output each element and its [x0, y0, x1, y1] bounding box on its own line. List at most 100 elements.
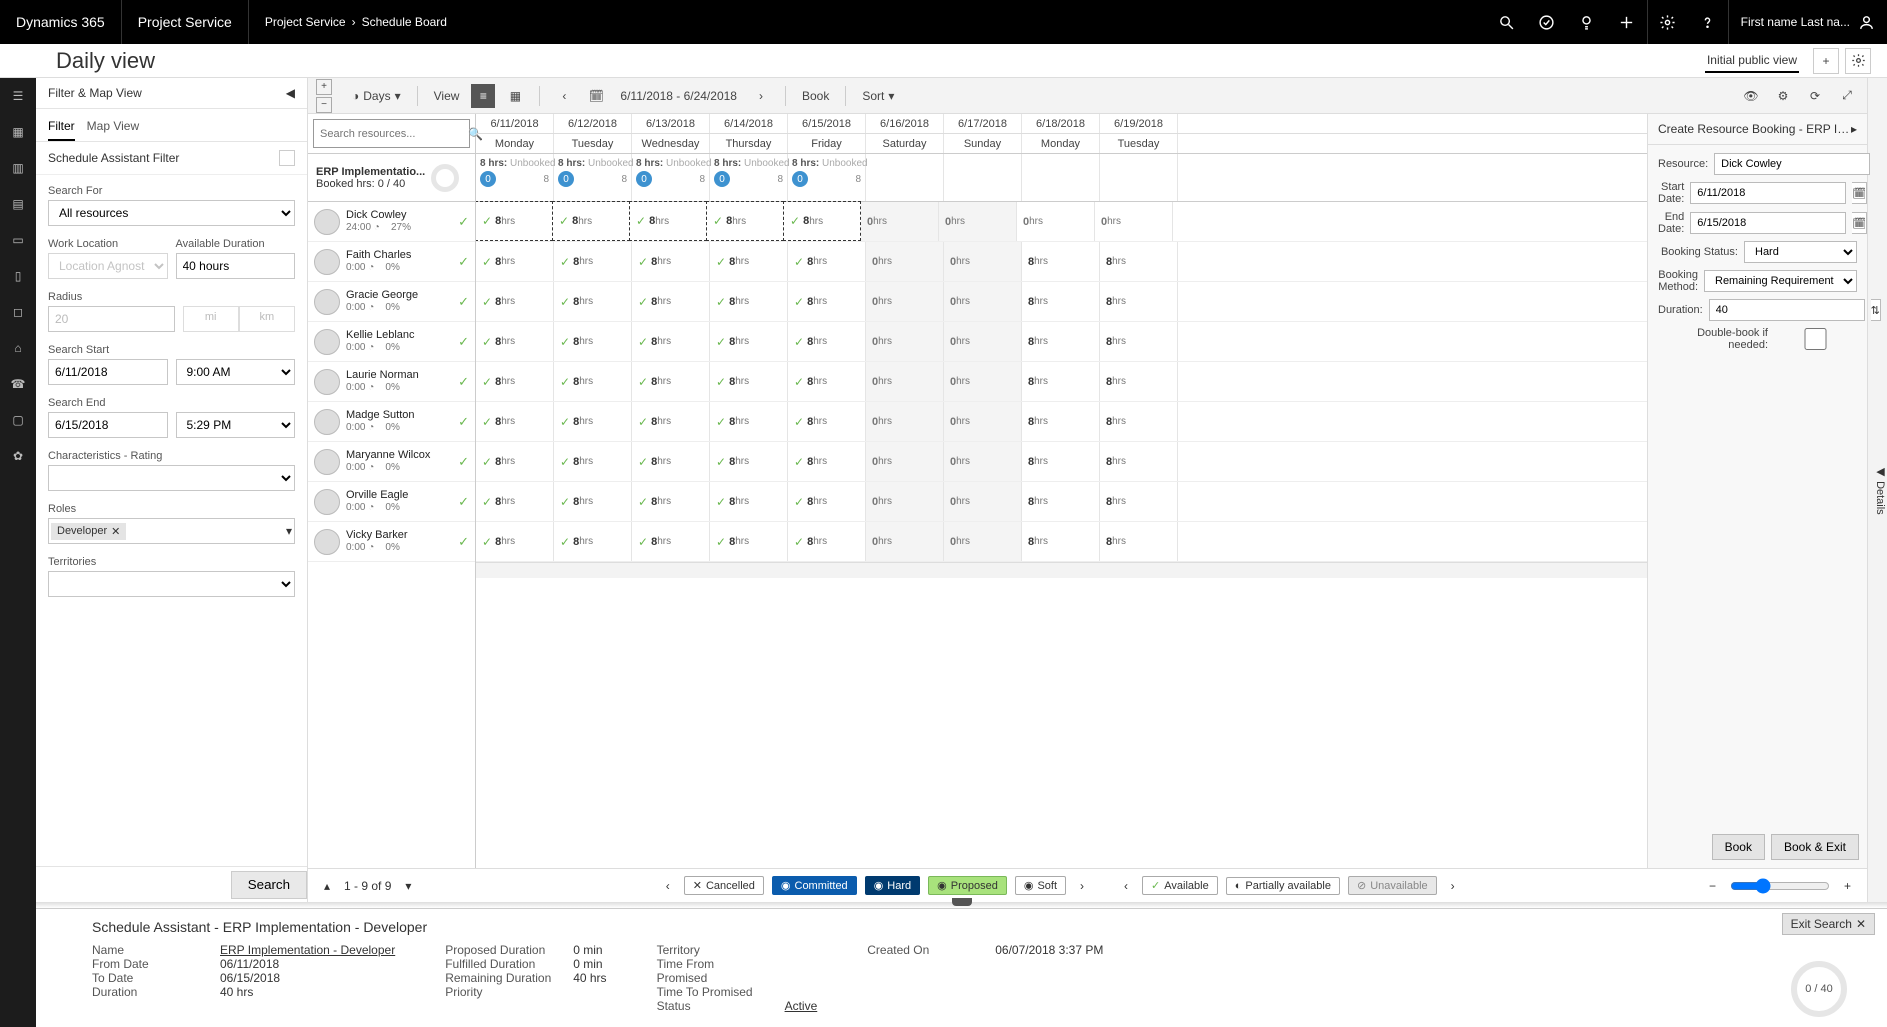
schedule-cell[interactable]: ✓8 hrs [788, 402, 866, 441]
legend-committed[interactable]: ◉Committed [772, 876, 857, 895]
app-name[interactable]: Project Service [122, 0, 249, 44]
breadcrumb-item[interactable]: Schedule Board [362, 15, 447, 29]
next-icon[interactable]: › [749, 84, 773, 108]
add-tab-button[interactable]: + [1813, 48, 1839, 74]
schedule-cell[interactable]: ✓8 hrs [552, 201, 630, 241]
schedule-cell[interactable]: 0 hrs [866, 242, 944, 281]
schedule-cell[interactable]: 8 hrs [1022, 322, 1100, 361]
book-button[interactable]: Book [1712, 834, 1765, 860]
search-icon[interactable] [1487, 0, 1527, 44]
legend-proposed[interactable]: ◉Proposed [928, 876, 1007, 895]
schedule-cell[interactable]: 0 hrs [944, 522, 1022, 561]
schedule-cell[interactable]: 0 hrs [944, 242, 1022, 281]
schedule-cell[interactable]: 0 hrs [1017, 202, 1095, 241]
splitter-grip-icon[interactable] [952, 898, 972, 906]
resource-row[interactable]: Gracie George0:00 ◔ 0%✓ [308, 282, 475, 322]
schedule-cell[interactable]: 8 hrs [1100, 522, 1178, 561]
schedule-cell[interactable]: ✓8 hrs [632, 242, 710, 281]
nav-item[interactable]: ◻ [6, 300, 30, 324]
schedule-cell[interactable]: 0 hrs [944, 362, 1022, 401]
schedule-cell[interactable]: ✓8 hrs [710, 282, 788, 321]
schedule-cell[interactable]: 8 hrs [1100, 282, 1178, 321]
schedule-cell[interactable]: ✓8 hrs [632, 402, 710, 441]
schedule-cell[interactable]: ✓8 hrs [554, 482, 632, 521]
schedule-cell[interactable]: 0 hrs [866, 442, 944, 481]
schedule-cell[interactable]: 0 hrs [1095, 202, 1173, 241]
close-icon[interactable]: ✕ [111, 525, 120, 538]
nav-item[interactable]: ✿ [6, 444, 30, 468]
search-start-date[interactable] [48, 359, 168, 385]
avail-prev-icon[interactable]: ‹ [1118, 877, 1134, 895]
schedule-cell[interactable]: 0 hrs [866, 282, 944, 321]
legend-soft[interactable]: ◉Soft [1015, 876, 1066, 895]
tab-filter[interactable]: Filter [48, 113, 75, 141]
booking-status-select[interactable]: Hard [1744, 241, 1857, 263]
schedule-cell[interactable]: ✓8 hrs [476, 442, 554, 481]
collapse-left-icon[interactable]: ◀ [286, 86, 295, 100]
schedule-cell[interactable]: ✓8 hrs [629, 201, 707, 241]
calendar-icon[interactable]: 🗓 [584, 84, 608, 108]
schedule-cell[interactable]: 0 hrs [944, 402, 1022, 441]
nav-item[interactable]: ▯ [6, 264, 30, 288]
zoom-out-icon[interactable]: − [1703, 877, 1722, 895]
brand-label[interactable]: Dynamics 365 [0, 0, 122, 44]
legend-available[interactable]: ✓Available [1142, 876, 1218, 895]
legend-partial[interactable]: ◐Partially available [1226, 877, 1340, 895]
schedule-cell[interactable]: 8 hrs [1022, 402, 1100, 441]
help-icon[interactable] [1688, 0, 1728, 44]
settings-button[interactable] [1845, 48, 1871, 74]
schedule-cell[interactable]: ✓8 hrs [706, 201, 784, 241]
legend-cancelled[interactable]: ✕Cancelled [684, 876, 764, 895]
resource-row[interactable]: Maryanne Wilcox0:00 ◔ 0%✓ [308, 442, 475, 482]
schedule-cell[interactable]: ✓8 hrs [554, 362, 632, 401]
resource-row[interactable]: Dick Cowley24:00 ◔ 27%✓ [308, 202, 475, 242]
schedule-cell[interactable]: 0 hrs [939, 202, 1017, 241]
roles-select[interactable]: Developer✕ ▾ [48, 518, 295, 544]
schedule-cell[interactable]: ✓8 hrs [476, 242, 554, 281]
eye-icon[interactable]: 👁 [1739, 84, 1763, 108]
schedule-cell[interactable]: ✓8 hrs [476, 362, 554, 401]
schedule-cell[interactable]: 0 hrs [866, 522, 944, 561]
schedule-cell[interactable]: ✓8 hrs [788, 242, 866, 281]
radius-input[interactable] [48, 306, 175, 332]
end-date-input[interactable] [1690, 212, 1846, 234]
schedule-cell[interactable]: 8 hrs [1022, 242, 1100, 281]
characteristics-select[interactable] [48, 465, 295, 491]
schedule-cell[interactable]: ✓8 hrs [710, 242, 788, 281]
breadcrumb-item[interactable]: Project Service [265, 15, 346, 29]
expand-rows-controls[interactable]: +− [316, 79, 334, 113]
search-start-time[interactable]: 9:00 AM [176, 359, 296, 385]
schedule-cell[interactable]: 8 hrs [1100, 402, 1178, 441]
schedule-cell[interactable]: 0 hrs [944, 442, 1022, 481]
nav-item[interactable]: ▥ [6, 156, 30, 180]
resource-input[interactable] [1714, 153, 1870, 175]
booking-method-select[interactable]: Remaining Requirement [1704, 270, 1857, 292]
schedule-cell[interactable]: 8 hrs [1100, 362, 1178, 401]
schedule-cell[interactable]: ✓8 hrs [476, 402, 554, 441]
schedule-cell[interactable]: 0 hrs [944, 482, 1022, 521]
schedule-cell[interactable]: ✓8 hrs [788, 322, 866, 361]
toggle-filter-button[interactable] [279, 150, 295, 166]
details-flap[interactable]: ◀ Details [1867, 78, 1887, 902]
schedule-cell[interactable]: ✓8 hrs [788, 482, 866, 521]
search-end-date[interactable] [48, 412, 168, 438]
schedule-cell[interactable]: 8 hrs [1022, 482, 1100, 521]
search-button[interactable]: Search [231, 871, 307, 899]
schedule-cell[interactable]: ✓8 hrs [710, 362, 788, 401]
chevron-right-icon[interactable]: ▸ [1851, 122, 1857, 136]
schedule-cell[interactable]: ✓8 hrs [554, 322, 632, 361]
nav-item[interactable]: ▤ [6, 192, 30, 216]
search-end-time[interactable]: 5:29 PM [176, 412, 296, 438]
prev-icon[interactable]: ‹ [552, 84, 576, 108]
requirement-link[interactable]: ERP Implementation - Developer [220, 943, 395, 957]
schedule-cell[interactable]: ✓8 hrs [788, 442, 866, 481]
search-for-select[interactable]: All resources [48, 200, 295, 226]
schedule-cell[interactable]: 8 hrs [1022, 442, 1100, 481]
gear-icon[interactable]: ⚙ [1771, 84, 1795, 108]
zoom-in-icon[interactable]: + [1838, 877, 1857, 895]
collapse-icon[interactable]: ▴ [318, 877, 336, 895]
legend-unavailable[interactable]: ⊘Unavailable [1348, 876, 1437, 895]
schedule-cell[interactable]: ✓8 hrs [632, 322, 710, 361]
refresh-icon[interactable]: ⟳ [1803, 84, 1827, 108]
expand-icon[interactable]: ⤢ [1835, 84, 1859, 108]
